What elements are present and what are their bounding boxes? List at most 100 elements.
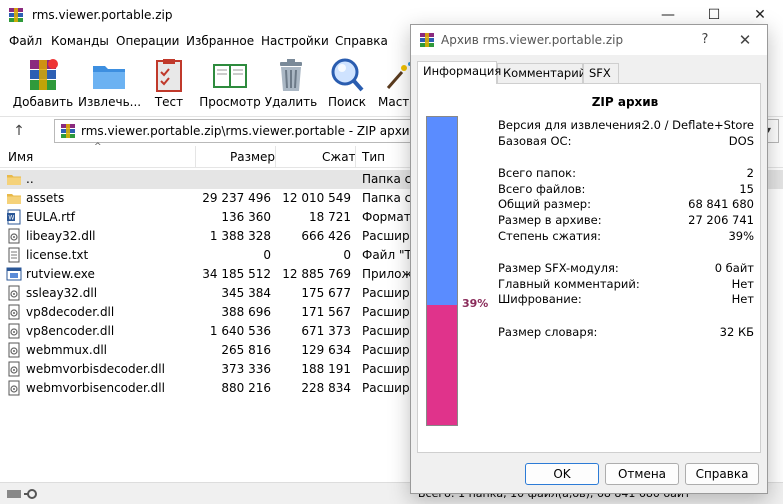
file-packed-size: 129 634: [301, 343, 351, 357]
dll-file-icon: [8, 285, 20, 301]
find-button[interactable]: Поиск: [326, 54, 368, 112]
dialog-help-button[interactable]: ?: [693, 29, 717, 51]
extract-button[interactable]: Извлечь...: [78, 54, 141, 112]
trash-icon: [280, 59, 302, 91]
file-size: 34 185 512: [202, 267, 271, 281]
wizard-button[interactable]: Мастер: [378, 54, 410, 112]
property-value: 15: [739, 181, 754, 196]
exe-file-icon: [6, 267, 22, 281]
search-icon: [331, 58, 364, 92]
add-archive-icon: [30, 59, 58, 90]
dll-file-icon: [8, 342, 20, 358]
file-name: license.txt: [26, 248, 89, 262]
help-button[interactable]: Справка: [685, 463, 759, 485]
property-row: Главный комментарий: Нет: [498, 277, 754, 292]
file-size: 1 640 536: [209, 324, 271, 338]
property-row: Размер в архиве: 27 206 741: [498, 213, 754, 228]
property-row: Версия для извлечения: 2.0 / Deflate+Stor…: [498, 118, 754, 133]
column-divider[interactable]: [275, 146, 276, 168]
info-panel: 39% ZIP архив Версия для извлечения: 2.0 …: [417, 83, 761, 453]
file-packed-size: 175 677: [301, 286, 351, 300]
menu-favorites[interactable]: Избранное: [186, 34, 254, 48]
column-divider[interactable]: [195, 146, 196, 168]
property-label: Всего файлов:: [498, 181, 586, 196]
file-size: 345 384: [221, 286, 271, 300]
ok-button[interactable]: OK: [525, 463, 599, 485]
menu-operations[interactable]: Операции: [116, 34, 179, 48]
property-row: Общий размер: 68 841 680: [498, 197, 754, 212]
tab-info[interactable]: Информация: [417, 61, 501, 84]
property-row: Базовая ОС: DOS: [498, 134, 754, 149]
property-label: Версия для извлечения:: [498, 118, 645, 132]
column-packed-header[interactable]: Сжат: [322, 150, 356, 164]
file-packed-size: 171 567: [301, 305, 351, 319]
file-type: Расширение приложения: [362, 229, 410, 243]
file-type: Расширение приложения: [362, 343, 410, 357]
property-value: Нет: [731, 276, 754, 291]
property-row: Всего файлов: 15: [498, 182, 754, 197]
file-type: Расширение приложения: [362, 324, 410, 338]
up-level-button[interactable]: ↑: [8, 121, 30, 141]
file-type: Расширение приложения: [362, 305, 410, 319]
sort-ascending-icon: ^: [94, 142, 102, 152]
property-value: 32 КБ: [719, 325, 754, 339]
property-label: Размер словаря:: [498, 325, 598, 339]
menu-file[interactable]: Файл: [9, 34, 42, 48]
file-name: EULA.rtf: [26, 210, 76, 224]
cancel-button[interactable]: Отмена: [605, 463, 679, 485]
extract-folder-icon: [93, 66, 125, 89]
menu-commands[interactable]: Команды: [51, 34, 109, 48]
file-size: 373 336: [221, 362, 271, 376]
archive-icon: [61, 124, 75, 138]
property-value: 39%: [728, 228, 754, 243]
menu-settings[interactable]: Настройки: [261, 34, 329, 48]
property-label: Главный комментарий:: [498, 276, 640, 291]
file-name: ..: [26, 172, 34, 186]
column-divider[interactable]: [355, 146, 356, 168]
archive-type: ZIP архив: [591, 95, 659, 109]
tab-comment[interactable]: Комментарий: [497, 63, 586, 83]
column-name-header[interactable]: Имя: [8, 150, 33, 164]
dialog-titlebar: Архив rms.viewer.portable.zip ? ✕: [411, 25, 767, 55]
delete-button[interactable]: Удалить: [265, 54, 317, 112]
property-row: Шифрование: Нет: [498, 292, 754, 307]
parent-folder-icon: [7, 175, 21, 185]
file-name: ssleay32.dll: [26, 286, 98, 300]
delete-label: Удалить: [264, 95, 318, 109]
column-type-header[interactable]: Тип: [362, 150, 385, 164]
test-clipboard-icon: [156, 59, 182, 92]
dialog-close-button[interactable]: ✕: [731, 29, 759, 51]
file-packed-size: 12 885 769: [282, 267, 351, 281]
add-button[interactable]: Добавить: [13, 54, 73, 112]
file-packed-size: 228 834: [301, 381, 351, 395]
file-packed-size: 12 010 549: [282, 191, 351, 205]
property-value: DOS: [728, 133, 754, 148]
property-value: 2.0 / Deflate+Store: [642, 118, 754, 132]
file-packed-size: 0: [343, 248, 351, 262]
property-label: Общий размер:: [498, 197, 591, 212]
wizard-icon: [386, 62, 410, 89]
property-value: 27 206 741: [688, 213, 754, 227]
tab-sfx[interactable]: SFX: [583, 63, 619, 83]
file-type: Приложение: [362, 267, 410, 281]
property-row: Всего папок: 2: [498, 166, 754, 181]
dll-file-icon: [8, 228, 20, 244]
column-size-header[interactable]: Размер: [230, 150, 275, 164]
file-packed-size: 188 191: [301, 362, 351, 376]
property-label: Размер SFX-модуля:: [498, 261, 619, 276]
file-type: Расширение приложения: [362, 286, 410, 300]
file-packed-size: 671 373: [301, 324, 351, 338]
file-name: webmvorbisencoder.dll: [26, 381, 165, 395]
file-packed-size: 666 426: [301, 229, 351, 243]
menu-help[interactable]: Справка: [335, 34, 388, 48]
file-name: webmmux.dll: [26, 343, 107, 357]
view-label: Просмотр: [199, 95, 261, 109]
test-button[interactable]: Тест: [148, 54, 190, 112]
view-button[interactable]: Просмотр: [199, 54, 261, 112]
property-row: Размер SFX-модуля: 0 байт: [498, 261, 754, 276]
file-name: vp8encoder.dll: [26, 324, 115, 338]
file-type: Формат RTF: [362, 210, 410, 224]
property-row: Степень сжатия: 39%: [498, 229, 754, 244]
file-type: Папка с файлами: [362, 172, 410, 186]
property-label: Размер в архиве:: [498, 213, 602, 227]
